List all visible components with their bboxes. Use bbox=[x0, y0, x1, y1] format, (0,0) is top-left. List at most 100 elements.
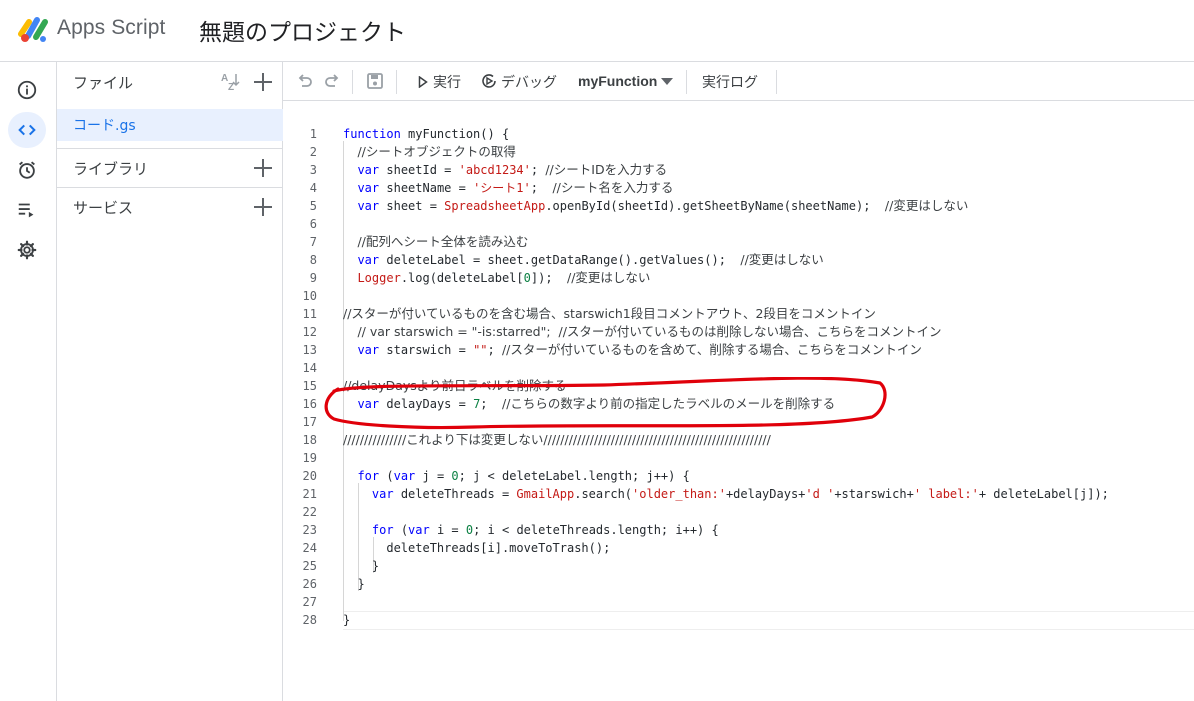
code-token: delayDays = bbox=[379, 397, 474, 411]
code-line[interactable]: } bbox=[343, 611, 350, 629]
line-number: 9 bbox=[309, 271, 317, 285]
code-token: GmailApp bbox=[516, 487, 575, 501]
code-line[interactable]: for (var j = 0; j < deleteLabel.length; … bbox=[343, 467, 689, 485]
files-header: ファイル A Z bbox=[57, 62, 283, 102]
code-token: ' label:' bbox=[913, 487, 979, 501]
code-line[interactable]: var deleteLabel = sheet.getDataRange().g… bbox=[343, 251, 823, 269]
add-service-icon[interactable] bbox=[253, 197, 273, 217]
code-token: 0 bbox=[523, 271, 531, 285]
undo-icon[interactable] bbox=[296, 72, 314, 90]
code-token: ; bbox=[487, 343, 502, 357]
execution-log-button[interactable]: 実行ログ bbox=[702, 72, 758, 92]
save-icon[interactable] bbox=[366, 72, 384, 90]
code-line[interactable]: //delayDaysより前日ラベルを削除する bbox=[343, 377, 567, 395]
code-token: var bbox=[357, 163, 380, 177]
code-line[interactable]: deleteThreads[i].moveToTrash(); bbox=[343, 539, 610, 557]
rail-triggers-button[interactable] bbox=[8, 152, 46, 188]
code-token: + deleteLabel[j]); bbox=[978, 487, 1109, 501]
code-token: //変更はしない bbox=[567, 270, 651, 285]
add-file-icon[interactable] bbox=[253, 72, 273, 92]
code-line[interactable]: } bbox=[343, 557, 379, 575]
code-token: ; bbox=[530, 163, 546, 177]
code-line[interactable]: Logger.log(deleteLabel[0]); //変更はしない bbox=[343, 269, 650, 287]
debug-button[interactable]: デバッグ bbox=[481, 62, 563, 101]
line-number: 15 bbox=[302, 379, 317, 393]
function-select[interactable]: myFunction bbox=[573, 62, 678, 101]
code-token: ( bbox=[379, 469, 394, 483]
line-number: 13 bbox=[302, 343, 317, 357]
code-token: ; i < deleteThreads.length; i++) { bbox=[473, 523, 719, 537]
code-token: 'シート1' bbox=[473, 181, 531, 195]
code-line[interactable]: var sheetId = 'abcd1234'; //シートIDを入力する bbox=[343, 161, 667, 179]
code-token: sheet = bbox=[379, 199, 445, 213]
files-title: ファイル bbox=[73, 74, 134, 92]
redo-icon[interactable] bbox=[323, 72, 341, 90]
code-line[interactable]: for (var i = 0; i < deleteThreads.length… bbox=[343, 521, 719, 539]
code-line[interactable]: // var starswich = "-is:starred"; //スターが… bbox=[343, 323, 941, 341]
services-label: サービス bbox=[73, 199, 134, 217]
rail-settings-button[interactable] bbox=[8, 232, 46, 268]
code-token: ( bbox=[393, 523, 409, 537]
code-token: i = bbox=[429, 523, 466, 537]
code-line[interactable]: //スターが付いているものを含む場合、starswich1段目コメントアウト、2… bbox=[343, 305, 876, 323]
line-number: 18 bbox=[302, 433, 317, 447]
code-line[interactable]: var sheetName = 'シート1'; //シート名を入力する bbox=[343, 179, 673, 197]
app-name[interactable]: Apps Script bbox=[57, 16, 165, 40]
line-number: 24 bbox=[302, 541, 317, 555]
line-number: 21 bbox=[302, 487, 317, 501]
line-number: 10 bbox=[302, 289, 317, 303]
code-line[interactable]: ///////////////これより下は変更しない//////////////… bbox=[343, 431, 771, 449]
code-line[interactable]: function myFunction() { bbox=[343, 125, 509, 143]
rail-executions-button[interactable] bbox=[8, 192, 46, 228]
line-number: 14 bbox=[302, 361, 317, 375]
svg-text:Z: Z bbox=[228, 82, 234, 93]
rail-overview-button[interactable] bbox=[8, 72, 46, 108]
code-token: j = bbox=[415, 469, 452, 483]
code-token: deleteThreads[i].moveToTrash(); bbox=[343, 541, 611, 555]
current-line-highlight bbox=[343, 611, 1194, 630]
services-section[interactable]: サービス bbox=[57, 187, 283, 225]
code-token: 'older_than:' bbox=[632, 487, 726, 501]
code-token: function bbox=[343, 127, 401, 141]
code-icon bbox=[18, 124, 36, 136]
rail-editor-button[interactable] bbox=[8, 112, 46, 148]
info-icon bbox=[17, 80, 37, 100]
code-editor[interactable]: 1 2 3 4 5 6 7 8 9 10 11 12 13 14 15 16 17 18 19 20 21 22 23 24 2… bbox=[283, 101, 1194, 701]
code-token: 0 bbox=[451, 469, 459, 483]
line-number: 17 bbox=[302, 415, 317, 429]
sort-az-icon[interactable]: A Z bbox=[220, 71, 242, 93]
add-library-icon[interactable] bbox=[253, 158, 273, 178]
code-token: sheetName = bbox=[379, 181, 474, 195]
libraries-section[interactable]: ライブラリ bbox=[57, 148, 283, 186]
line-number: 8 bbox=[309, 253, 317, 267]
toolbar-divider bbox=[686, 70, 687, 94]
alarm-icon bbox=[19, 161, 35, 179]
apps-script-logo-icon[interactable] bbox=[17, 14, 51, 44]
file-item-code-gs[interactable]: コード.gs bbox=[57, 109, 283, 141]
code-token: .log(deleteLabel[ bbox=[400, 271, 524, 285]
code-line[interactable]: var starswich = ""; //スターが付いているものを含めて、削除… bbox=[343, 341, 921, 359]
code-token: //こちらの数字より前の指定したラベルのメールを削除する bbox=[501, 396, 836, 411]
code-line[interactable]: var delayDays = 7; //こちらの数字より前の指定したラベルのメ… bbox=[343, 395, 835, 413]
run-button[interactable]: 実行 bbox=[416, 62, 466, 101]
code-token: var bbox=[393, 469, 416, 483]
code-token: var bbox=[371, 487, 394, 501]
project-title[interactable]: 無題のプロジェクト bbox=[199, 13, 406, 47]
code-line[interactable]: } bbox=[343, 575, 364, 593]
code-token: //シートIDを入力する bbox=[545, 162, 668, 177]
code-line[interactable]: var deleteThreads = GmailApp.search('old… bbox=[343, 485, 1109, 503]
code-line[interactable]: var sheet = SpreadsheetApp.openById(shee… bbox=[343, 197, 968, 215]
code-line[interactable]: //シートオブジェクトの取得 bbox=[343, 143, 515, 161]
code-token: myFunction() { bbox=[400, 127, 510, 141]
code-token: Logger bbox=[357, 271, 401, 285]
line-number: 28 bbox=[302, 613, 317, 627]
code-token: var bbox=[357, 397, 380, 411]
play-icon bbox=[418, 76, 428, 88]
function-name: myFunction bbox=[578, 73, 658, 89]
code-token: ///////////////これより下は変更しない//////////////… bbox=[343, 432, 771, 447]
code-line[interactable]: //配列へシート全体を読み込む bbox=[343, 233, 528, 251]
